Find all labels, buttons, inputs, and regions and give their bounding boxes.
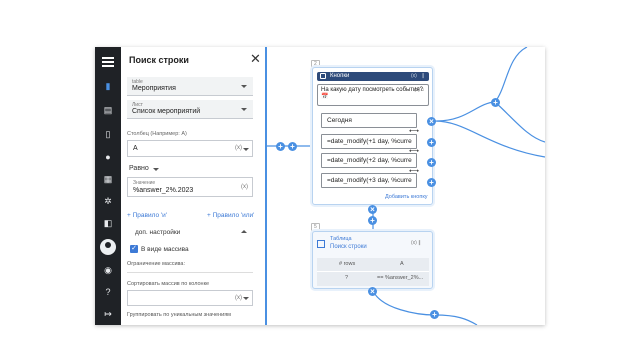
file-icon[interactable]: ▮ bbox=[103, 81, 113, 91]
variable-icon[interactable]: (x) bbox=[235, 295, 242, 301]
as-array-checkbox[interactable]: ✓ bbox=[130, 245, 138, 253]
panel-title: Поиск строки bbox=[129, 55, 189, 65]
add-connection-icon[interactable]: + bbox=[427, 178, 436, 187]
attach-icon[interactable]: ∥ bbox=[422, 73, 425, 79]
value-label: Значение bbox=[133, 180, 156, 186]
integrations-icon[interactable]: ◧ bbox=[103, 218, 113, 228]
drag-handle-icon[interactable]: ⟷ bbox=[409, 127, 419, 135]
add-button-link[interactable]: Добавить кнопку bbox=[385, 194, 428, 200]
add-connection-icon[interactable]: + bbox=[427, 138, 436, 147]
app-window: ▮ ▤ ▯ ● ▦ ✲ ◧ ◉ ? ↦ Поиск строки ✕ table… bbox=[95, 47, 545, 325]
as-array-label: В виде массива bbox=[141, 246, 189, 253]
choice-button[interactable]: =date_modify(+3 day, %curre bbox=[321, 173, 417, 188]
variable-icon[interactable]: (x) bbox=[241, 184, 248, 190]
drag-handle-icon[interactable]: ⟷ bbox=[409, 167, 419, 175]
extra-settings-toggle[interactable]: доп. настройки bbox=[135, 229, 180, 236]
add-connection-icon[interactable]: + bbox=[276, 142, 285, 151]
add-connection-icon[interactable]: + bbox=[288, 142, 297, 151]
chevron-down-icon bbox=[243, 148, 249, 151]
sort-select[interactable]: (x) bbox=[127, 290, 253, 306]
add-connection-icon[interactable]: + bbox=[430, 310, 439, 319]
table-header: # rows bbox=[339, 261, 356, 267]
settings-icon[interactable]: ✲ bbox=[103, 196, 113, 206]
table-cell: ? bbox=[345, 275, 349, 281]
add-connection-icon[interactable]: + bbox=[427, 158, 436, 167]
table-icon[interactable]: ▦ bbox=[103, 174, 113, 184]
add-and-rule-button[interactable]: + Правило 'и' bbox=[127, 212, 167, 219]
choice-button[interactable]: Сегодня bbox=[321, 113, 417, 128]
value-input[interactable]: Значение %answer_2%.2023 (x) bbox=[127, 177, 253, 197]
left-nav: ▮ ▤ ▯ ● ▦ ✲ ◧ ◉ ? ↦ bbox=[95, 47, 121, 325]
add-connection-icon[interactable]: + bbox=[368, 216, 377, 225]
flow-canvas[interactable]: 2 Кнопки (x) ∥ На какую дату посмотреть … bbox=[267, 47, 545, 325]
choice-button[interactable]: =date_modify(+1 day, %curre bbox=[321, 134, 417, 149]
logout-icon[interactable]: ↦ bbox=[103, 309, 113, 319]
variable-icon[interactable]: (x) ∥ bbox=[411, 240, 421, 246]
sheet-select[interactable]: Лист Список мероприятий bbox=[127, 100, 253, 119]
column-placeholder: Столбец (Например: А) bbox=[127, 131, 187, 137]
help-icon[interactable]: ? bbox=[103, 287, 113, 297]
table-cell: == %answer_2%... bbox=[377, 275, 424, 281]
operator-select[interactable]: Равно bbox=[129, 165, 149, 172]
chevron-down-icon bbox=[241, 108, 247, 111]
buttons-node[interactable]: Кнопки (x) ∥ На какую дату посмотреть со… bbox=[312, 67, 433, 205]
column-value: A bbox=[133, 145, 138, 152]
node-number: 5 bbox=[311, 223, 320, 231]
column-input[interactable]: A (x) bbox=[127, 140, 253, 157]
remove-connection-icon[interactable]: × bbox=[368, 205, 377, 214]
remove-connection-icon[interactable]: × bbox=[368, 287, 377, 296]
message-icon bbox=[320, 73, 326, 79]
sort-label: Сортировать массив по колонке bbox=[127, 281, 210, 287]
array-limit-input[interactable] bbox=[127, 272, 253, 273]
dashboard-icon[interactable]: ◉ bbox=[103, 265, 113, 275]
table-value: Мероприятия bbox=[132, 85, 176, 92]
menu-icon[interactable] bbox=[102, 57, 114, 67]
table-search-node[interactable]: Таблица Поиск строки (x) ∥ # rows A ? ==… bbox=[312, 231, 433, 289]
close-icon[interactable]: ✕ bbox=[250, 51, 261, 67]
chevron-down-icon bbox=[241, 85, 247, 88]
chat-icon[interactable]: ● bbox=[103, 152, 113, 162]
node-subtitle: Поиск строки bbox=[330, 244, 367, 250]
remove-connection-icon[interactable]: × bbox=[427, 117, 436, 126]
table-header: A bbox=[400, 261, 404, 267]
add-connection-icon[interactable]: + bbox=[491, 98, 500, 107]
user-avatar[interactable] bbox=[100, 239, 116, 255]
drag-handle-icon[interactable]: ⟷ bbox=[409, 147, 419, 155]
node-header[interactable]: Кнопки (x) ∥ bbox=[317, 72, 429, 81]
value-text: %answer_2%.2023 bbox=[133, 187, 194, 194]
conditions-table: # rows A ? == %answer_2%... bbox=[317, 258, 429, 286]
group-label: Группировать по уникальным значениям bbox=[127, 312, 231, 318]
variable-icon[interactable]: (x) bbox=[411, 73, 417, 79]
node-header-title: Кнопки bbox=[330, 73, 350, 79]
table-select[interactable]: table Мероприятия bbox=[127, 77, 253, 96]
choice-button[interactable]: =date_modify(+2 day, %curre bbox=[321, 153, 417, 168]
sheet-value: Список мероприятий bbox=[132, 108, 201, 115]
array-limit-label: Ограничение массива: bbox=[127, 261, 185, 267]
table-icon bbox=[317, 240, 325, 248]
message-text: На какую дату посмотреть события? 📅 bbox=[321, 87, 423, 100]
chevron-down-icon bbox=[243, 297, 249, 300]
emoji-icon[interactable]: (x)☺ bbox=[414, 87, 425, 93]
search-row-panel: Поиск строки ✕ table Мероприятия Лист Сп… bbox=[121, 47, 267, 325]
document-icon[interactable]: ▯ bbox=[103, 129, 113, 139]
message-box[interactable]: На какую дату посмотреть события? 📅 (x)☺ bbox=[317, 84, 429, 106]
add-or-rule-button[interactable]: + Правило 'или' bbox=[207, 212, 254, 219]
node-type: Таблица bbox=[330, 236, 352, 242]
chart-icon[interactable]: ▤ bbox=[103, 105, 113, 115]
chevron-down-icon bbox=[153, 168, 159, 171]
variable-icon[interactable]: (x) bbox=[235, 145, 242, 151]
chevron-up-icon bbox=[241, 230, 247, 233]
